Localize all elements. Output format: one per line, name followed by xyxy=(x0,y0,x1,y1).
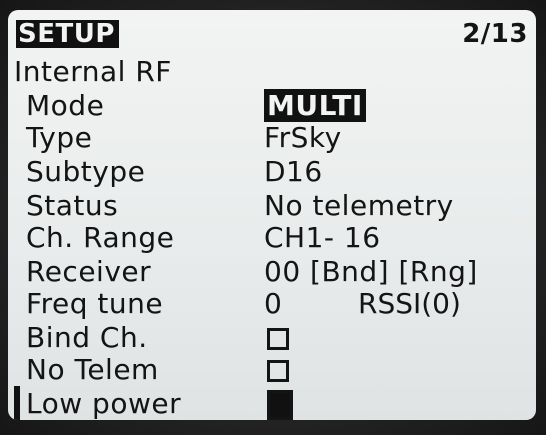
device-bezel: SETUP 2/13 Internal RF Mode MULTI Type F… xyxy=(0,0,546,435)
freq-tune-label: Freq tune xyxy=(26,287,164,320)
lcd-screen: SETUP 2/13 Internal RF Mode MULTI Type F… xyxy=(8,10,536,420)
subtype-label: Subtype xyxy=(26,155,146,188)
page-title: SETUP xyxy=(16,20,119,48)
low-power-checkbox[interactable] xyxy=(267,390,293,420)
status-value: No telemetry xyxy=(264,189,454,222)
receiver-value[interactable]: 00 [Bnd] [Rng] xyxy=(264,256,478,288)
no-telemetry-label: No Telem xyxy=(26,353,159,386)
mode-label: Mode xyxy=(26,89,105,122)
bind-channel-checkbox[interactable] xyxy=(267,328,289,350)
rssi-readout: RSSI(0) xyxy=(358,287,461,320)
mode-value[interactable]: MULTI xyxy=(264,89,366,122)
bind-channel-label: Bind Ch. xyxy=(26,321,148,354)
freq-tune-value[interactable]: 0 xyxy=(264,288,282,320)
type-label: Type xyxy=(26,121,93,154)
section-header-internal-rf: Internal RF xyxy=(14,55,172,88)
page-number: 2/13 xyxy=(462,19,528,49)
channel-range-label: Ch. Range xyxy=(26,221,175,254)
mode-selected-value[interactable]: MULTI xyxy=(264,89,366,122)
channel-range-value[interactable]: CH1- 16 xyxy=(264,222,381,254)
type-value[interactable]: FrSky xyxy=(264,122,342,154)
receiver-label: Receiver xyxy=(26,255,152,288)
row-cursor-indicator xyxy=(14,386,20,420)
subtype-value[interactable]: D16 xyxy=(264,156,323,188)
low-power-label: Low power xyxy=(26,387,182,420)
status-label: Status xyxy=(26,189,119,222)
no-telemetry-checkbox[interactable] xyxy=(267,360,289,382)
